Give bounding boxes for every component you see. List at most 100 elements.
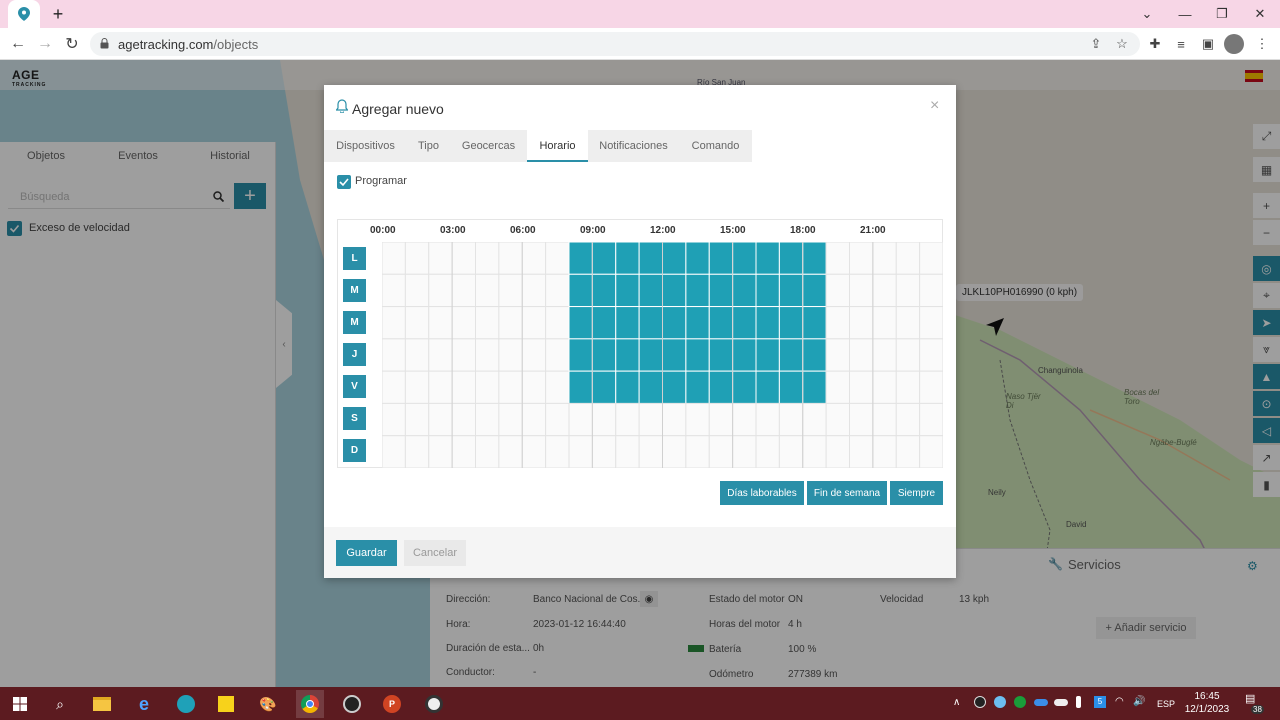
file-explorer-icon[interactable] (88, 690, 116, 718)
schedule-cell[interactable] (475, 435, 500, 468)
share-icon[interactable]: ⇪ (1086, 34, 1106, 54)
day-button-j[interactable]: J (343, 343, 366, 366)
schedule-cell[interactable] (638, 402, 663, 437)
maximize-button[interactable]: ❐ (1202, 0, 1242, 28)
schedule-cell[interactable] (475, 402, 500, 437)
schedule-cell-selected[interactable] (615, 242, 640, 275)
schedule-cell-selected[interactable] (685, 306, 710, 340)
minimize-button[interactable]: — (1165, 0, 1205, 28)
schedule-cell[interactable] (428, 273, 453, 308)
schedule-cell[interactable] (475, 242, 500, 275)
schedule-cell[interactable] (591, 402, 617, 437)
schedule-cell[interactable] (545, 370, 570, 404)
schedule-cell[interactable] (521, 338, 547, 372)
schedule-cell[interactable] (451, 402, 476, 437)
schedule-cell[interactable] (802, 435, 827, 468)
schedule-cell[interactable] (732, 435, 757, 468)
schedule-cell[interactable] (404, 306, 430, 340)
schedule-cell-selected[interactable] (568, 273, 593, 308)
schedule-cell[interactable] (732, 402, 757, 437)
schedule-cell-selected[interactable] (615, 306, 640, 340)
schedule-cell[interactable] (545, 402, 570, 437)
schedule-cell[interactable] (872, 273, 897, 308)
schedule-cell-selected[interactable] (662, 306, 687, 340)
schedule-cell-selected[interactable] (591, 370, 617, 404)
schedule-cell-selected[interactable] (638, 242, 663, 275)
schedule-cell[interactable] (872, 435, 897, 468)
schedule-cell-selected[interactable] (615, 370, 640, 404)
schedule-cell-selected[interactable] (802, 370, 827, 404)
schedule-cell[interactable] (849, 402, 874, 437)
schedule-cell[interactable] (404, 338, 430, 372)
schedule-cell[interactable] (498, 273, 523, 308)
schedule-cell[interactable] (778, 402, 804, 437)
schedule-cell[interactable] (498, 306, 523, 340)
schedule-cell-selected[interactable] (778, 306, 804, 340)
schedule-cell[interactable] (521, 435, 547, 468)
cancel-button[interactable]: Cancelar (404, 540, 466, 566)
wifi-icon[interactable]: ◠ (1115, 696, 1124, 707)
microphone-icon[interactable] (1076, 696, 1081, 708)
back-icon[interactable]: ← (7, 33, 29, 55)
schedule-cell[interactable] (475, 273, 500, 308)
schedule-cell[interactable] (382, 306, 406, 340)
schedule-cell[interactable] (451, 370, 476, 404)
schedule-cell-selected[interactable] (778, 242, 804, 275)
schedule-cell[interactable] (404, 370, 430, 404)
schedule-cell-selected[interactable] (662, 242, 687, 275)
schedule-cell[interactable] (404, 273, 430, 308)
schedule-cell[interactable] (498, 370, 523, 404)
schedule-cell[interactable] (825, 306, 850, 340)
schedule-cell[interactable] (825, 402, 850, 437)
schedule-cell[interactable] (475, 338, 500, 372)
schedule-cell[interactable] (475, 306, 500, 340)
tray-app-icon[interactable] (1014, 696, 1026, 708)
schedule-cell[interactable] (638, 435, 663, 468)
schedule-cell-selected[interactable] (685, 338, 710, 372)
schedule-cell-selected[interactable] (615, 273, 640, 308)
schedule-cell-selected[interactable] (591, 338, 617, 372)
reload-icon[interactable]: ↻ (61, 33, 83, 55)
schedule-cell[interactable] (708, 402, 734, 437)
schedule-cell-selected[interactable] (755, 306, 780, 340)
schedule-cell-selected[interactable] (638, 273, 663, 308)
schedule-cell-selected[interactable] (778, 338, 804, 372)
schedule-cell[interactable] (428, 402, 453, 437)
day-button-l[interactable]: L (343, 247, 366, 270)
day-button-s[interactable]: S (343, 407, 366, 430)
side-panel-icon[interactable]: ▣ (1198, 34, 1218, 54)
schedule-cell[interactable] (919, 242, 943, 275)
internet-explorer-icon[interactable]: e (130, 690, 158, 718)
edge-icon[interactable] (172, 690, 200, 718)
schedule-cell-selected[interactable] (708, 338, 734, 372)
schedule-cell[interactable] (802, 402, 827, 437)
paint-icon[interactable]: 🎨 (254, 690, 282, 718)
weekend-button[interactable]: Fin de semana (807, 481, 887, 505)
schedule-cell[interactable] (382, 338, 406, 372)
schedule-cell-selected[interactable] (755, 242, 780, 275)
schedule-cell[interactable] (755, 435, 780, 468)
schedule-cell[interactable] (919, 306, 943, 340)
schedule-cell[interactable] (498, 338, 523, 372)
day-button-v[interactable]: V (343, 375, 366, 398)
forward-icon[interactable]: → (34, 33, 56, 55)
schedule-cell-selected[interactable] (591, 273, 617, 308)
schedule-cell-selected[interactable] (662, 370, 687, 404)
schedule-cell-selected[interactable] (591, 242, 617, 275)
schedule-cell-selected[interactable] (732, 242, 757, 275)
powerpoint-icon[interactable]: P (378, 690, 406, 718)
schedule-cell-selected[interactable] (755, 370, 780, 404)
schedule-cell[interactable] (849, 370, 874, 404)
obs-icon[interactable] (420, 690, 448, 718)
close-window-button[interactable]: ✕ (1240, 0, 1280, 28)
schedule-cell[interactable] (521, 402, 547, 437)
extensions-icon[interactable]: ✚ (1145, 34, 1165, 54)
day-button-d[interactable]: D (343, 439, 366, 462)
schedule-cell[interactable] (662, 435, 687, 468)
schedule-cell[interactable] (498, 435, 523, 468)
schedule-cell[interactable] (895, 370, 921, 404)
schedule-cell-selected[interactable] (802, 242, 827, 275)
schedule-cell[interactable] (895, 242, 921, 275)
schedule-cell[interactable] (895, 402, 921, 437)
onedrive-icon[interactable] (1034, 699, 1048, 706)
